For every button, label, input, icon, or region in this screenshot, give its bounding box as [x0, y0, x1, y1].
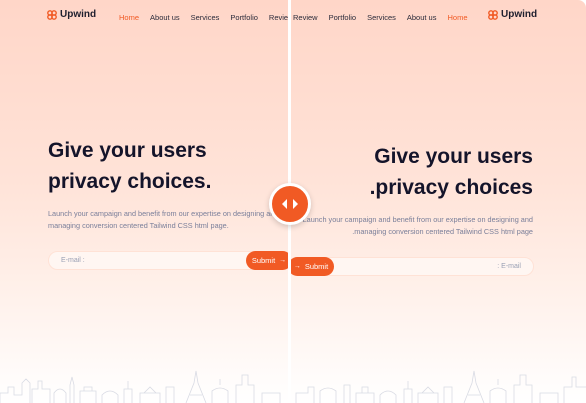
upwind-logo-icon	[47, 9, 57, 20]
nav-services-rtl[interactable]: Services	[367, 13, 396, 22]
nav-services[interactable]: Services	[191, 13, 220, 22]
hero-desc-line-1: Launch your campaign and benefit from ou…	[48, 209, 279, 218]
rtl-pane: Review Portfolio Services About us Home …	[289, 0, 586, 403]
hero-title-rtl-line-1: Give your users	[374, 145, 533, 168]
nav-home-rtl[interactable]: Home	[447, 13, 467, 22]
brand-name: Upwind	[60, 9, 97, 20]
hero-description: Launch your campaign and benefit from ou…	[48, 208, 278, 232]
hero-title-line-2: privacy choices.	[48, 170, 212, 193]
rtl-nav: Review Portfolio Services About us Home	[293, 10, 479, 24]
nav-portfolio[interactable]: Portfolio	[230, 13, 258, 22]
nav-review[interactable]: Review	[269, 13, 289, 22]
brand-name-rtl: Upwind	[501, 9, 538, 20]
hero-description-rtl: Launch your campaign and benefit from ou…	[303, 214, 533, 238]
skyline-illustration-rtl	[295, 370, 586, 403]
rtl-canvas: Review Portfolio Services About us Home …	[289, 0, 586, 403]
brand-logo-rtl[interactable]: Upwind	[488, 9, 537, 20]
nav-home[interactable]: Home	[119, 13, 139, 22]
submit-label-rtl: Submit	[304, 262, 329, 271]
subscribe-form: E-mail : Submit →	[48, 251, 289, 270]
upwind-logo-icon	[488, 9, 498, 20]
hero-title: Give your users privacy choices.	[48, 135, 211, 197]
nav-about-rtl[interactable]: About us	[407, 13, 437, 22]
arrow-right-icon: →	[279, 257, 287, 264]
nav-portfolio-rtl[interactable]: Portfolio	[329, 13, 357, 22]
skyline-illustration	[0, 370, 281, 403]
hero-title-rtl-line-2: .privacy choices	[369, 176, 533, 199]
hero-desc-rtl-line-2: .managing conversion centered Tailwind C…	[352, 227, 533, 236]
compare-handle-icon	[282, 199, 298, 209]
brand-logo[interactable]: Upwind	[47, 9, 96, 20]
submit-label: Submit	[251, 256, 276, 265]
nav-about[interactable]: About us	[150, 13, 180, 22]
submit-button-rtl[interactable]: → Submit	[289, 257, 334, 276]
nav-review-rtl[interactable]: Review	[293, 13, 318, 22]
ltr-nav: Home About us Services Portfolio Review	[119, 10, 289, 24]
compare-handle[interactable]	[269, 183, 311, 225]
hero-desc-rtl-line-1: Launch your campaign and benefit from ou…	[302, 215, 533, 224]
ltr-pane: Upwind Home About us Services Portfolio …	[0, 0, 289, 403]
hero-desc-line-2: managing conversion centered Tailwind CS…	[48, 221, 229, 230]
hero-title-rtl: Give your users .privacy choices	[370, 141, 533, 203]
arrow-right-icon: →	[293, 263, 301, 270]
subscribe-form-rtl: : E-mail → Submit	[289, 257, 534, 276]
submit-button[interactable]: Submit →	[246, 251, 289, 270]
ltr-canvas: Upwind Home About us Services Portfolio …	[0, 0, 289, 403]
comparison-stage: Upwind Home About us Services Portfolio …	[0, 0, 586, 403]
hero-title-line-1: Give your users	[48, 139, 207, 162]
